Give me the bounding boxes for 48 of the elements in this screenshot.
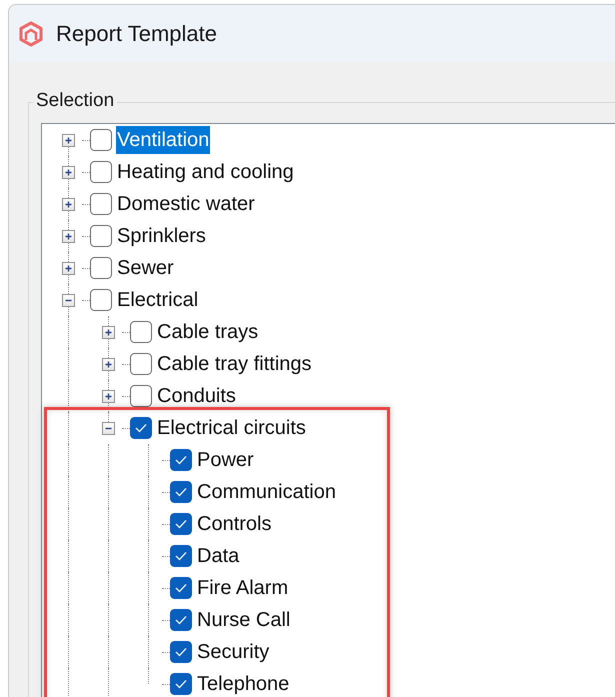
checkbox[interactable] xyxy=(130,321,152,343)
window-title: Report Template xyxy=(56,20,218,46)
checkbox[interactable] xyxy=(170,545,192,567)
collapse-icon[interactable] xyxy=(62,294,75,306)
checkbox[interactable] xyxy=(130,385,152,407)
tree-item[interactable]: Electrical circuits xyxy=(156,414,307,442)
checkbox[interactable] xyxy=(90,257,112,279)
tree-item[interactable]: Sewer xyxy=(116,254,175,282)
expand-icon[interactable] xyxy=(62,166,75,178)
tree-item[interactable]: Nurse Call xyxy=(196,606,292,634)
checkbox[interactable] xyxy=(170,481,192,503)
collapse-icon[interactable] xyxy=(102,422,115,434)
checkbox[interactable] xyxy=(130,353,152,375)
tree-item[interactable]: Controls xyxy=(196,510,272,538)
checkbox[interactable] xyxy=(170,641,192,663)
expand-icon[interactable] xyxy=(62,230,75,242)
tree-item[interactable]: Domestic water xyxy=(116,190,256,218)
tree-item[interactable]: Data xyxy=(196,542,240,570)
checkbox[interactable] xyxy=(90,193,112,215)
expand-icon[interactable] xyxy=(62,262,75,274)
checkbox[interactable] xyxy=(90,129,112,151)
tree-item[interactable]: Fire Alarm xyxy=(196,574,290,602)
expand-icon[interactable] xyxy=(62,198,75,210)
expand-icon[interactable] xyxy=(102,358,115,370)
checkbox[interactable] xyxy=(170,577,192,599)
checkbox[interactable] xyxy=(170,449,192,471)
checkbox[interactable] xyxy=(90,225,112,247)
checkbox[interactable] xyxy=(130,417,152,439)
hexagon-logo-icon xyxy=(18,20,44,46)
tree-item[interactable]: Cable trays xyxy=(156,318,260,346)
checkbox[interactable] xyxy=(90,289,112,311)
tree-item[interactable]: Telephone xyxy=(196,670,290,697)
checkbox[interactable] xyxy=(90,161,112,183)
checkbox[interactable] xyxy=(170,673,192,695)
tree-item[interactable]: Electrical xyxy=(116,286,200,314)
checkbox[interactable] xyxy=(170,609,192,631)
expand-icon[interactable] xyxy=(102,390,115,402)
tree-item[interactable]: Heating and cooling xyxy=(116,158,295,186)
tree-item[interactable]: Power xyxy=(196,446,255,474)
tree-item[interactable]: Cable tray fittings xyxy=(156,350,313,378)
tree-item[interactable]: Sprinklers xyxy=(116,222,207,250)
checkbox[interactable] xyxy=(170,513,192,535)
tree-item[interactable]: Security xyxy=(196,638,270,666)
expand-icon[interactable] xyxy=(62,134,75,146)
expand-icon[interactable] xyxy=(102,326,115,338)
tree-item[interactable]: Communication xyxy=(196,478,337,506)
tree-item[interactable]: Ventilation xyxy=(116,126,210,154)
tree-item[interactable]: Conduits xyxy=(156,382,237,410)
